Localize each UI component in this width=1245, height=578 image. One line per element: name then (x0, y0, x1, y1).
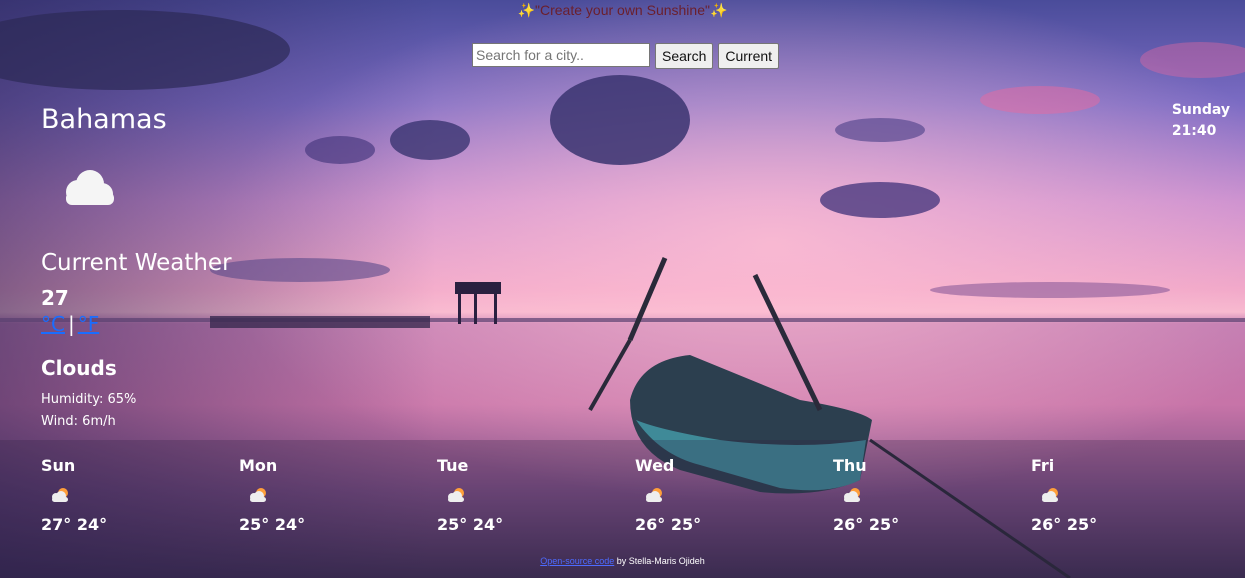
wind-text: Wind: 6m/h (41, 414, 116, 429)
humidity-text: Humidity: 65% (41, 392, 137, 407)
unit-toggle: °C | °F (41, 312, 99, 336)
sun-behind-cloud-icon (1042, 488, 1058, 502)
forecast-temps: 26° 25° (635, 515, 702, 534)
forecast-day-name: Wed (635, 456, 675, 475)
sun-behind-cloud-icon (250, 488, 266, 502)
date-time: Sunday 21:40 (1172, 100, 1230, 142)
city-name: Bahamas (41, 104, 167, 135)
fahrenheit-link[interactable]: °F (78, 312, 100, 336)
forecast-day-name: Mon (239, 456, 278, 475)
search-button[interactable]: Search (655, 43, 714, 69)
unit-separator: | (67, 312, 75, 336)
forecast-day: Tue 25° 24° (437, 456, 557, 534)
sun-behind-cloud-icon (448, 488, 464, 502)
forecast-day: Sun 27° 24° (41, 456, 161, 534)
forecast-temps: 26° 25° (1031, 515, 1098, 534)
sun-behind-cloud-icon (844, 488, 860, 502)
current-weather-heading: Current Weather (41, 250, 232, 276)
forecast-day-name: Sun (41, 456, 76, 475)
forecast-day-name: Thu (833, 456, 867, 475)
current-location-button[interactable]: Current (718, 43, 780, 69)
current-time: 21:40 (1171, 123, 1217, 139)
quote-banner: ✨"Create your own Sunshine"✨ (517, 2, 728, 18)
forecast-temps: 26° 25° (833, 515, 900, 534)
celsius-link[interactable]: °C (41, 312, 65, 336)
forecast-day-name: Tue (437, 456, 469, 475)
forecast-day: Mon 25° 24° (239, 456, 359, 534)
cloud-icon (66, 170, 114, 205)
open-source-link[interactable]: Open-source code (540, 556, 614, 566)
forecast-day-name: Fri (1031, 456, 1055, 475)
forecast-day: Thu 26° 25° (833, 456, 953, 534)
forecast-day: Fri 26° 25° (1031, 456, 1151, 534)
forecast-temps: 25° 24° (239, 515, 306, 534)
current-temperature: 27 (41, 286, 69, 310)
current-day: Sunday (1171, 102, 1230, 118)
weather-description: Clouds (41, 356, 117, 380)
footer: Open-source code by Stella-Maris Ojideh (0, 556, 1245, 566)
search-form: Search Current (472, 43, 780, 69)
city-search-input[interactable] (472, 43, 650, 67)
forecast-temps: 27° 24° (41, 515, 108, 534)
sun-behind-cloud-icon (646, 488, 662, 502)
author-credit: by Stella-Maris Ojideh (616, 556, 705, 566)
forecast-day: Wed 26° 25° (635, 456, 755, 534)
sun-behind-cloud-icon (52, 488, 68, 502)
forecast-temps: 25° 24° (437, 515, 504, 534)
